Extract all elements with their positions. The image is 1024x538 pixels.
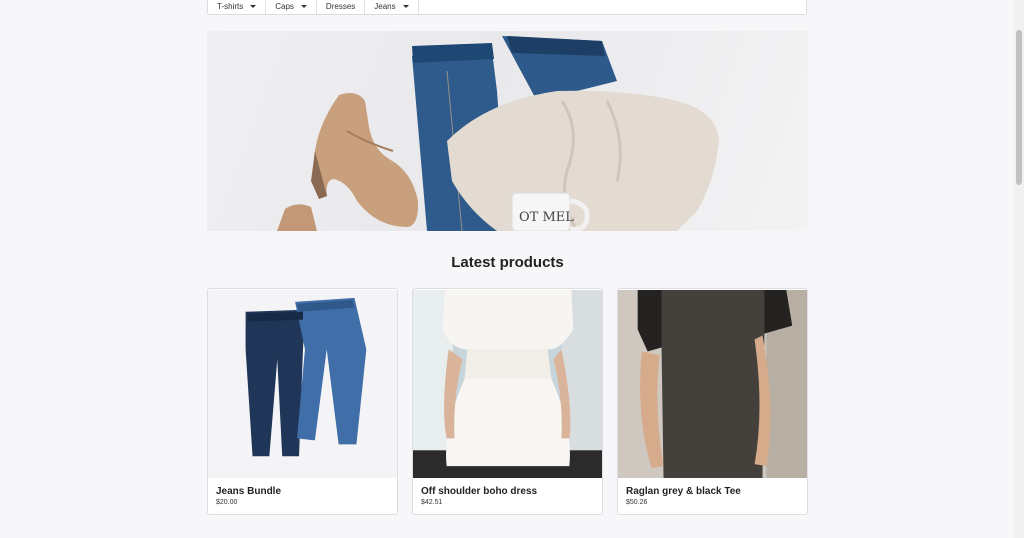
product-name: Raglan grey & black Tee: [626, 486, 741, 497]
mug-text: OT MEL: [519, 210, 574, 225]
hero-image: OT MEL: [277, 36, 719, 231]
product-card-boho-dress[interactable]: Off shoulder boho dress $42.51: [412, 288, 603, 515]
product-grid: Jeans Bundle $20.00 Off shoulder boho dr…: [207, 288, 809, 515]
caret-down-icon: [300, 5, 307, 8]
caret-down-icon: [402, 5, 409, 8]
product-name: Off shoulder boho dress: [421, 486, 538, 497]
caret-down-icon: [250, 5, 257, 8]
scrollbar-thumb[interactable]: [1016, 30, 1022, 185]
product-card-raglan-tee[interactable]: Raglan grey & black Tee $50.26: [617, 288, 808, 515]
ankle-boot-illustration: [277, 93, 419, 231]
nav-item-label: Caps: [275, 2, 294, 11]
nav-item-label: T-shirts: [217, 2, 244, 11]
page-scrollbar[interactable]: [1014, 0, 1024, 538]
sweater-illustration: [447, 90, 719, 231]
product-image: [208, 289, 397, 479]
nav-item-dresses[interactable]: Dresses: [317, 0, 366, 14]
nav-item-label: Dresses: [325, 2, 356, 11]
nav-item-label: Jeans: [374, 2, 396, 11]
nav-item-jeans[interactable]: Jeans: [365, 0, 419, 14]
section-title: Latest products: [451, 254, 564, 271]
product-card-jeans-bundle[interactable]: Jeans Bundle $20.00: [207, 288, 398, 515]
product-name: Jeans Bundle: [216, 486, 282, 497]
product-price: $50.26: [626, 499, 648, 506]
top-nav: T-shirts Caps Dresses Jeans: [207, 0, 807, 15]
product-price: $20.00: [216, 499, 238, 506]
product-price: $42.51: [421, 499, 443, 506]
nav-item-caps[interactable]: Caps: [266, 0, 317, 14]
nav-item-tshirts[interactable]: T-shirts: [208, 0, 267, 14]
product-image: [618, 289, 807, 479]
product-image: [413, 289, 602, 479]
hero-banner: OT MEL: [207, 31, 808, 231]
